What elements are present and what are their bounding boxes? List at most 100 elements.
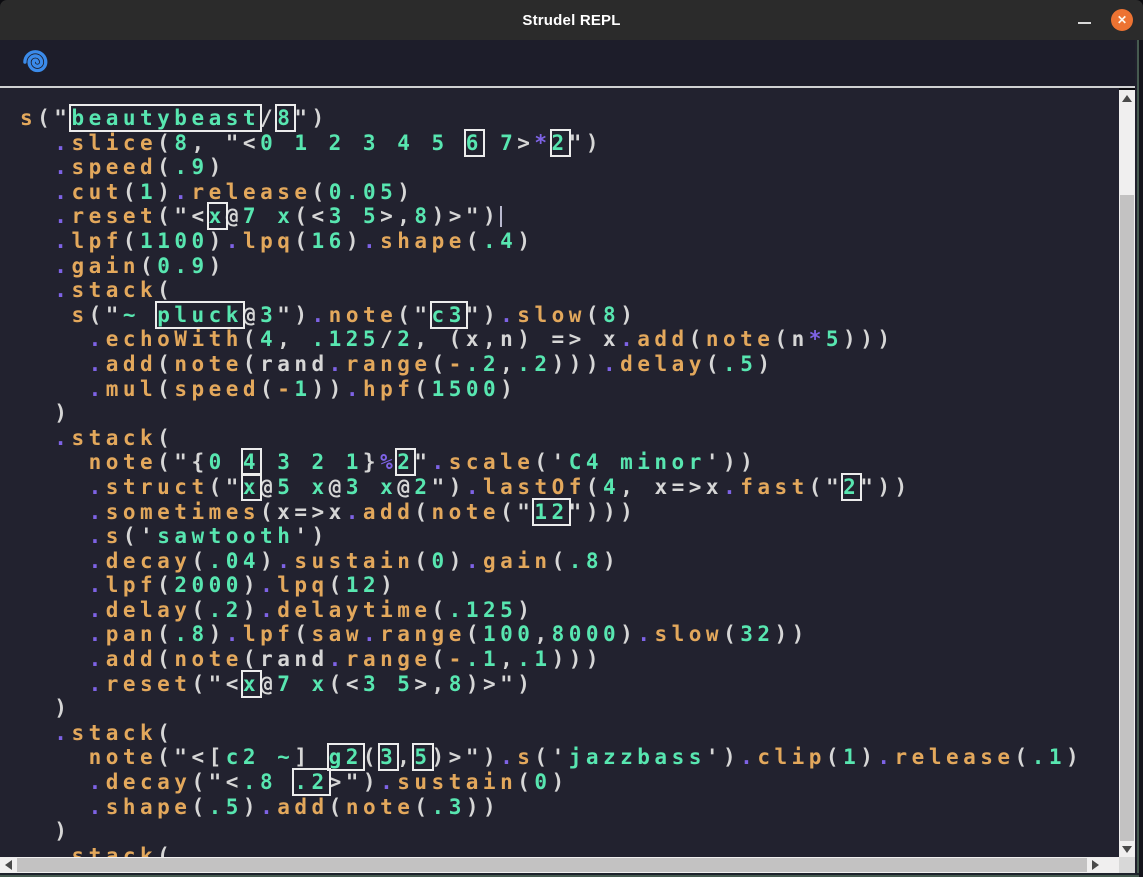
horizontal-scrollbar[interactable] [0, 857, 1119, 873]
code-token: . [500, 303, 517, 327]
code-token: ( [191, 795, 208, 819]
code-token: )>") [466, 672, 535, 696]
code-token: 7 [243, 204, 260, 228]
code-token: )) [775, 622, 809, 646]
code-token: stack [71, 844, 157, 857]
scroll-up-button[interactable] [1119, 90, 1135, 106]
code-token: . [54, 721, 71, 745]
code-token: ( [432, 598, 449, 622]
code-token: ( [260, 377, 277, 401]
code-token: - [277, 377, 294, 401]
code-line: s("beautybeast/8") [20, 106, 1119, 131]
code-token: ( [243, 352, 260, 376]
code-token: ( [517, 770, 534, 794]
code-token: 8000 [552, 622, 621, 646]
code-token: note [89, 745, 158, 769]
code-token: - [449, 647, 466, 671]
code-token [20, 155, 54, 179]
code-token: release [895, 745, 1015, 769]
code-token [20, 131, 54, 155]
code-token: clip [757, 745, 826, 769]
code-token: stack [71, 721, 157, 745]
code-token: . [54, 844, 71, 857]
code-token [20, 795, 89, 819]
code-token: @ [397, 475, 414, 499]
code-token: ( [157, 131, 174, 155]
code-token: )>") [432, 204, 501, 228]
strudel-repl-window: Strudel REPL ✕ s("beautybeast/8") .slice… [0, 0, 1143, 877]
code-token: . [89, 647, 106, 671]
code-line: .add(note(rand.range(-.2,.2))).delay(.5) [20, 352, 1119, 377]
code-token: @ [260, 475, 277, 499]
code-token [20, 278, 54, 302]
code-token: s [20, 106, 37, 130]
title-bar[interactable]: Strudel REPL ✕ [0, 0, 1143, 40]
code-token: scale [449, 450, 535, 474]
code-token: 32 [740, 622, 774, 646]
code-token: @ [329, 475, 346, 499]
code-token: .5 [723, 352, 757, 376]
code-token: ) [20, 696, 71, 720]
code-editor-viewport[interactable]: s("beautybeast/8") .slice(8, "<0 1 2 3 4… [0, 88, 1119, 857]
code-token: )) [312, 377, 346, 401]
code-token: > [517, 131, 534, 155]
code-token: } [363, 450, 380, 474]
code-token: ) [346, 229, 363, 253]
code-token: . [723, 475, 740, 499]
code-token: 2 [414, 475, 431, 499]
code-token: ( [140, 254, 157, 278]
code-token: speed [71, 155, 157, 179]
code-token: lpf [71, 229, 122, 253]
code-token: " [414, 450, 431, 474]
scroll-right-button[interactable] [1087, 857, 1103, 873]
code-line: ) [20, 696, 1119, 721]
window-border-right-edge [1139, 40, 1143, 877]
arrow-right-icon [1092, 860, 1099, 870]
code-token: 3 [346, 475, 363, 499]
horizontal-scrollbar-thumb[interactable] [17, 858, 1087, 872]
code-token: ( [191, 598, 208, 622]
code-token [20, 770, 89, 794]
code-line: .cut(1).release(0.05) [20, 180, 1119, 205]
code-token: 12 [346, 573, 380, 597]
code-token: .1 [466, 647, 500, 671]
code-token: (" [37, 106, 71, 130]
scroll-down-button[interactable] [1119, 841, 1135, 857]
code-token: ) [209, 622, 226, 646]
code-token: . [54, 278, 71, 302]
code-token: . [226, 622, 243, 646]
code-token: ( [123, 229, 140, 253]
code-token: 3 [260, 303, 277, 327]
code-token: delay [620, 352, 706, 376]
vertical-scrollbar[interactable] [1119, 90, 1135, 857]
code-token: struct [106, 475, 209, 499]
code-token: rand [260, 352, 329, 376]
code-token: ") [432, 475, 466, 499]
code-token: ) [243, 598, 260, 622]
code-token: speed [174, 377, 260, 401]
code-token: 8 [603, 303, 620, 327]
code-token: ( [157, 278, 174, 302]
code-token: ')) [706, 450, 757, 474]
code-token: ) [157, 180, 174, 204]
strudel-spiral-icon[interactable] [22, 48, 52, 78]
code-token: 3 2 1 [260, 450, 363, 474]
code-token: ( [329, 795, 346, 819]
code-editor[interactable]: s("beautybeast/8") .slice(8, "<0 1 2 3 4… [20, 106, 1119, 857]
code-token: ("< [157, 204, 208, 228]
code-token: ( [243, 327, 260, 351]
code-line: ) [20, 819, 1119, 844]
code-token: 1 [140, 180, 157, 204]
code-token: . [260, 795, 277, 819]
minimize-button[interactable] [1078, 22, 1091, 24]
vertical-scrollbar-thumb[interactable] [1120, 195, 1134, 841]
code-token: . [89, 352, 106, 376]
code-token: reset [106, 672, 192, 696]
code-token [20, 500, 89, 524]
close-button[interactable]: ✕ [1111, 9, 1133, 31]
scroll-left-button[interactable] [0, 857, 16, 873]
code-token: ( [586, 475, 603, 499]
code-token: @ [260, 672, 277, 696]
code-line: .add(note(rand.range(-.1,.1))) [20, 647, 1119, 672]
code-token: . [89, 524, 106, 548]
